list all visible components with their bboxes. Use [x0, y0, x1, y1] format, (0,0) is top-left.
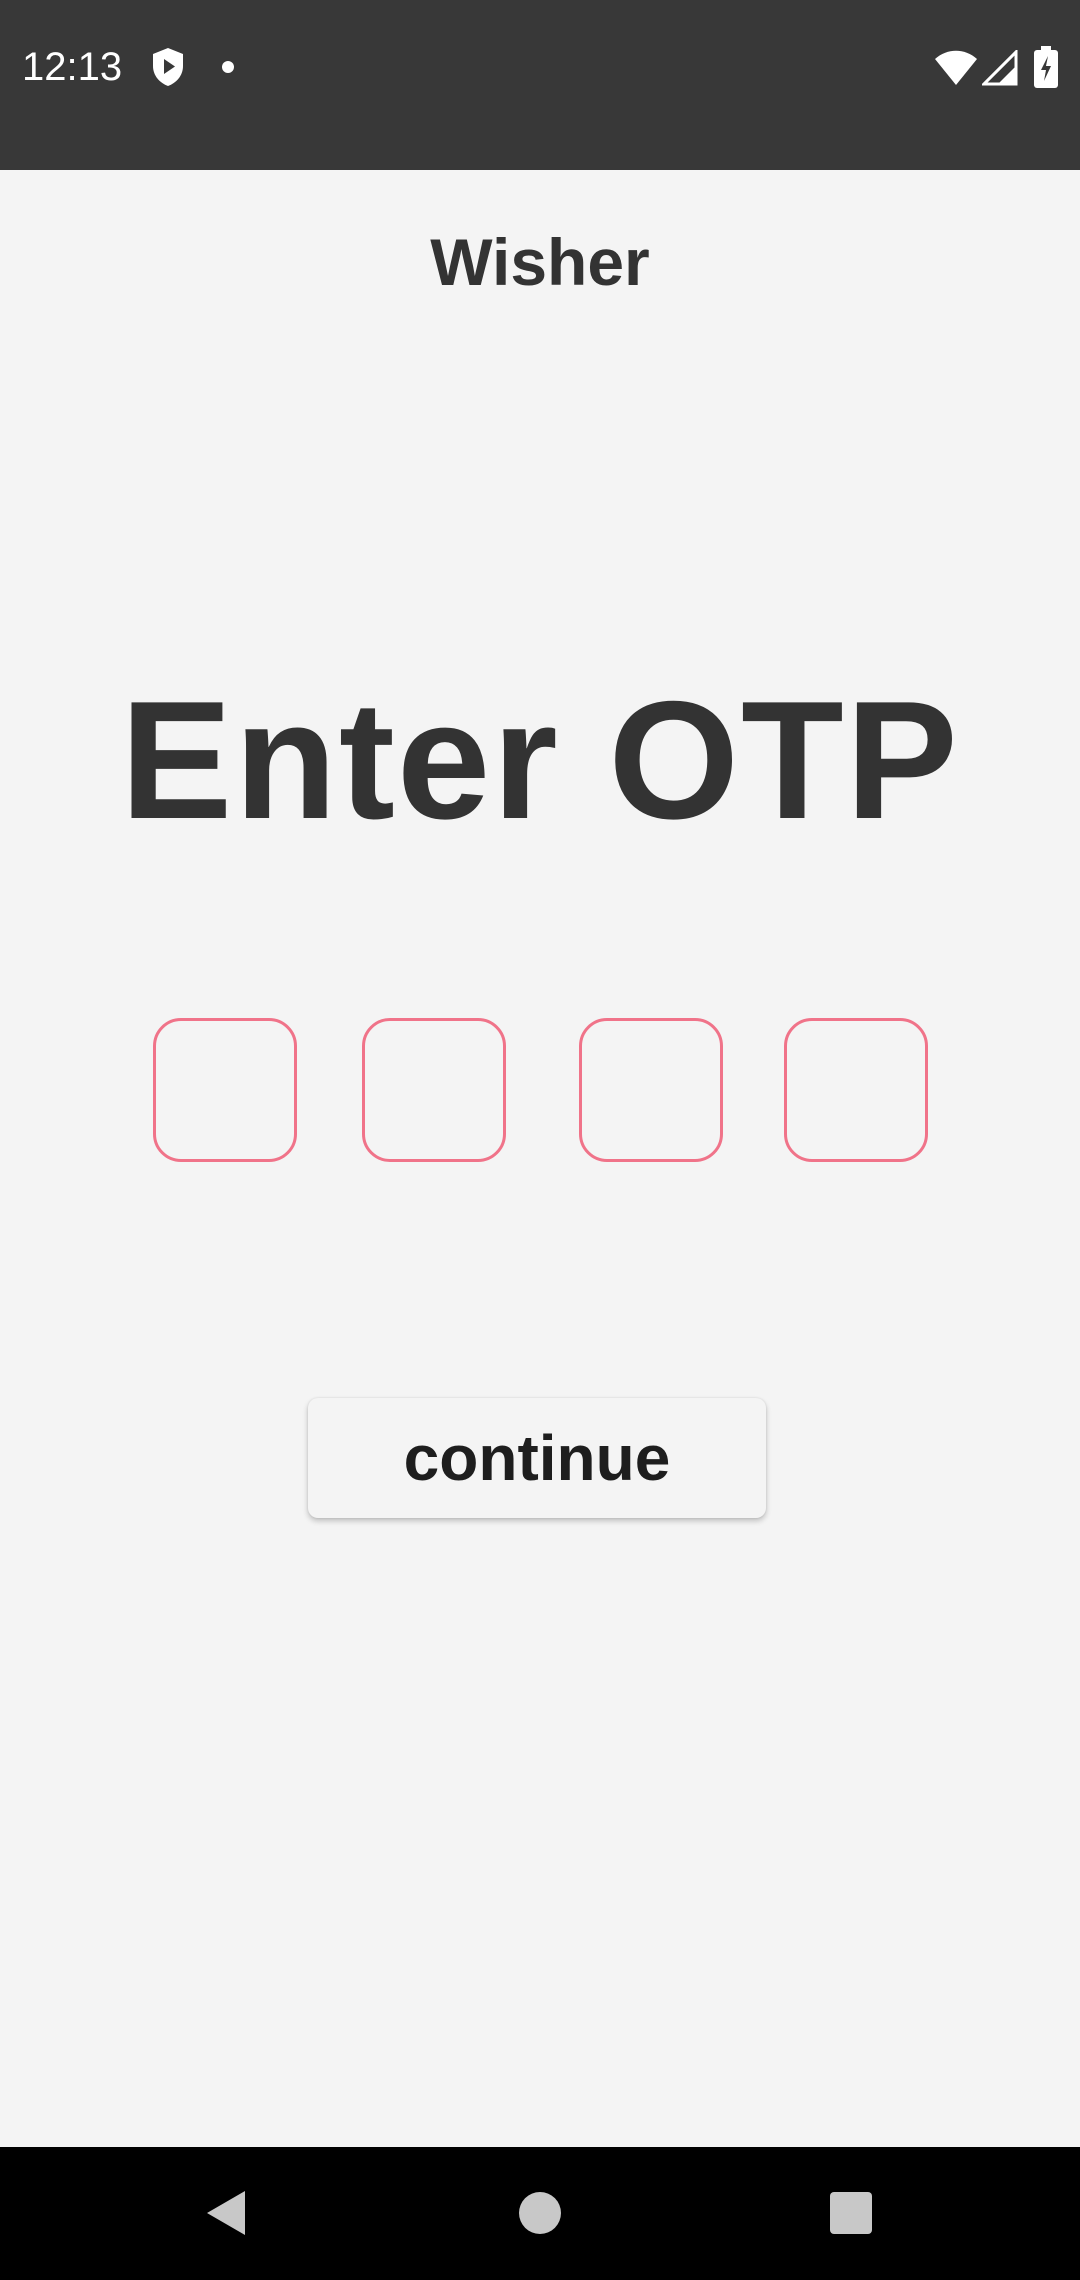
- status-bar: 12:13: [0, 0, 1080, 170]
- navigation-bar: [0, 2147, 1080, 2280]
- wifi-icon: [935, 50, 977, 85]
- cell-signal-icon: [982, 50, 1018, 86]
- otp-digit-1-input[interactable]: [153, 1018, 297, 1162]
- otp-digit-3-input[interactable]: [579, 1018, 723, 1162]
- back-icon[interactable]: [205, 2189, 247, 2237]
- otp-screen: 12:13 Wisher Enter OTP continue: [0, 0, 1080, 2280]
- shield-play-icon: [153, 48, 183, 86]
- page-heading: Enter OTP: [120, 666, 960, 854]
- recents-icon[interactable]: [830, 2192, 872, 2234]
- home-icon[interactable]: [519, 2192, 561, 2234]
- battery-charging-icon: [1034, 46, 1058, 88]
- continue-button[interactable]: continue: [308, 1398, 766, 1518]
- otp-digit-4-input[interactable]: [784, 1018, 928, 1162]
- otp-digit-2-input[interactable]: [362, 1018, 506, 1162]
- app-title: Wisher: [430, 225, 650, 299]
- notification-dot-icon: [222, 61, 234, 73]
- status-time: 12:13: [22, 45, 123, 89]
